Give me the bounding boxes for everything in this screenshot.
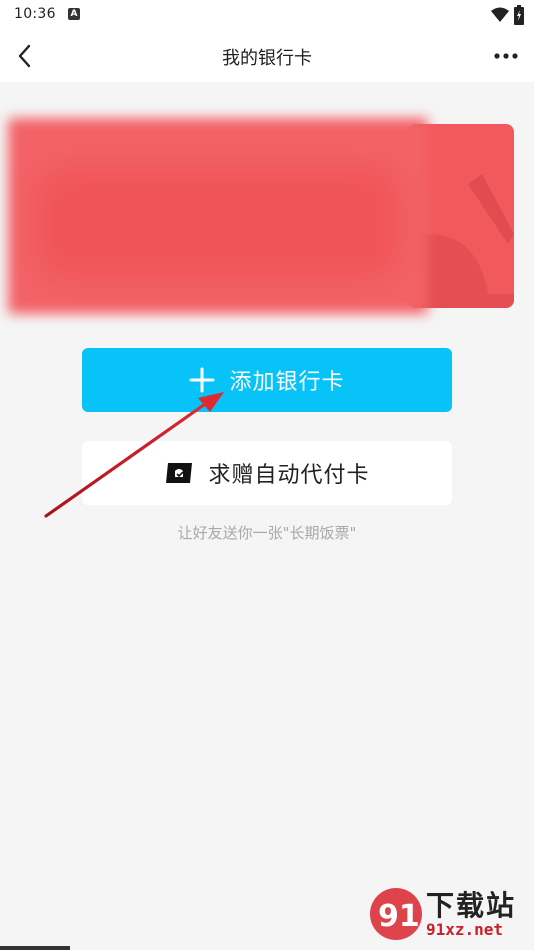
svg-text:91: 91 [378,899,420,934]
a-square-icon: A [68,8,80,20]
status-bar: 10:36 A [0,0,534,30]
bank-card[interactable] [8,118,518,314]
request-autopay-card-label: 求赠自动代付卡 [208,463,370,488]
nav-bar: 我的银行卡 [0,30,534,82]
battery-icon [514,5,524,25]
plus-icon [189,367,215,393]
watermark-domain: 91xz.net [426,920,504,939]
wifi-icon [491,7,509,22]
status-time: 10:36 [14,6,56,22]
bank-card-front [8,118,428,314]
hint-text: 让好友送你一张"长期饭票" [177,524,357,542]
system-nav-indicator [0,946,70,950]
ticket-icon [166,463,193,483]
watermark: 91 下载站 91xz.net [368,882,528,946]
request-autopay-card-button[interactable]: 求赠自动代付卡 [82,441,452,505]
add-bank-card-button[interactable]: 添加银行卡 [82,348,452,412]
watermark-name: 下载站 [426,889,517,922]
page-title: 我的银行卡 [222,48,312,69]
more-horizontal-icon[interactable] [492,42,520,70]
watermark-logo-icon: 91 [370,888,422,940]
add-bank-card-label: 添加银行卡 [229,370,345,395]
